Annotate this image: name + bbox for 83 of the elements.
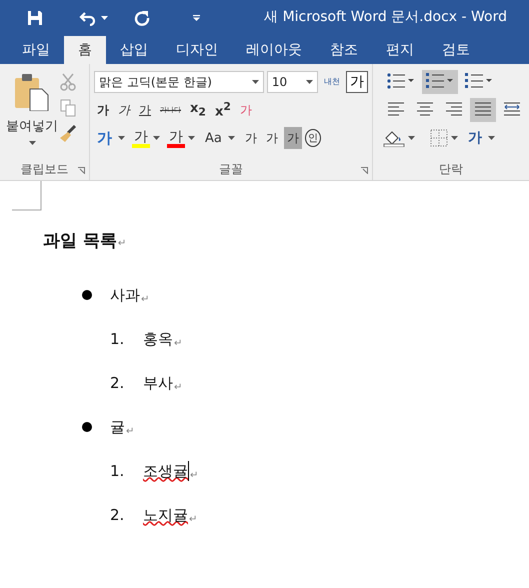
paragraph-mark: ↵ [189, 514, 198, 525]
format-button[interactable]: 가 [136, 99, 154, 121]
caret-icon [306, 80, 314, 84]
group-label: 글꼴 [219, 162, 243, 176]
list-number: 2. [110, 374, 126, 392]
redo-icon[interactable] [134, 10, 151, 26]
caret-icon[interactable] [153, 136, 160, 140]
list-item-text: 부사 [143, 374, 173, 392]
caret-icon[interactable] [228, 136, 235, 140]
list-icon [465, 73, 493, 89]
paste-button[interactable]: 붙여넣기 [4, 69, 60, 149]
save-icon[interactable] [27, 10, 43, 26]
format-button[interactable]: 가 [115, 99, 133, 121]
format-button[interactable]: 가 [242, 127, 260, 149]
list-icon [387, 73, 415, 89]
caret-icon[interactable] [488, 136, 495, 140]
ribbon-tab[interactable]: 홈 [64, 36, 106, 64]
group-label: 클립보드 [20, 162, 68, 176]
character-border-button[interactable]: 가 [346, 71, 368, 93]
ribbon-tab[interactable]: 디자인 [162, 36, 232, 64]
launcher-icon[interactable] [78, 167, 85, 174]
ribbon-tab[interactable]: 삽입 [106, 36, 162, 64]
align-left-icon [387, 102, 405, 116]
borders-icon[interactable] [430, 129, 448, 147]
format-button[interactable]: x$_{2}$ [187, 99, 209, 121]
format-button[interactable]: 가 [94, 99, 112, 121]
ribbon-tab[interactable]: 검토 [428, 36, 484, 64]
ribbon-tab[interactable]: 편지 [372, 36, 428, 64]
margin-corner-mark [12, 181, 42, 211]
paragraph-mark: ↵ [190, 470, 198, 481]
caret-icon [28, 141, 36, 145]
paragraph-mark: ↵ [141, 294, 150, 305]
customize-caret-icon[interactable] [193, 15, 200, 21]
launcher-icon[interactable] [361, 167, 368, 174]
text-direction-button[interactable]: 가 [465, 127, 485, 149]
format-button[interactable]: 인 [304, 129, 321, 147]
align-center-icon [416, 102, 434, 116]
phonetic-guide-button[interactable]: 내천 [321, 78, 343, 86]
ribbon-tab[interactable]: 참조 [316, 36, 372, 64]
caret-icon [252, 80, 259, 84]
numbered-list-button[interactable] [422, 70, 458, 94]
format-button[interactable]: 가 [94, 127, 115, 149]
format-button[interactable]: 가 [167, 128, 185, 148]
font-name-field[interactable]: 맑은 고딕(본문 한글) [94, 71, 264, 93]
list-item-text: 귤 [110, 418, 125, 436]
bullet-icon [82, 290, 92, 300]
paragraph-mark: ↵ [126, 426, 134, 437]
undo-icon[interactable] [79, 10, 97, 26]
align-justify-icon [474, 102, 492, 116]
paragraph-mark: ↵ [174, 338, 182, 349]
caret-icon[interactable] [188, 136, 195, 140]
paragraph-mark: ↵ [174, 382, 182, 393]
list-number: 2. [110, 506, 126, 524]
list-item-text: 노지귤 [143, 506, 188, 524]
format-button[interactable]: 가 [132, 128, 150, 148]
format-button[interactable]: 가 [262, 127, 281, 149]
caret-icon[interactable] [451, 136, 458, 140]
clipboard-icon [14, 73, 50, 111]
caret-icon[interactable] [408, 136, 415, 140]
format-button[interactable]: 가 [284, 127, 302, 149]
caret-icon[interactable] [101, 16, 108, 20]
group-label: 단락 [439, 162, 463, 176]
window-title: 새 Microsoft Word 문서.docx - Word [264, 8, 507, 26]
font-size-field[interactable]: 10 [266, 71, 318, 93]
format-button[interactable]: Aa [202, 127, 225, 149]
list-number: 1. [110, 462, 126, 480]
document-heading: 과일 목록 [43, 231, 117, 251]
bullet-icon [82, 422, 92, 432]
list-item-text: 홍옥 [143, 330, 173, 348]
distribute-icon [503, 102, 521, 116]
caret-icon[interactable] [118, 136, 125, 140]
format-button[interactable]: x$^{2}$ [212, 99, 234, 121]
paragraph-mark: ↵ [118, 238, 126, 249]
align-button[interactable] [470, 98, 496, 122]
list-icon [426, 73, 454, 89]
ribbon-tab[interactable]: 파일 [8, 36, 64, 64]
ribbon-tab[interactable]: 레이아웃 [232, 36, 316, 64]
list-item-text: 조생귤 [143, 462, 188, 480]
brush-icon[interactable] [60, 125, 76, 143]
shading-icon[interactable] [383, 129, 405, 147]
align-right-icon [445, 102, 463, 116]
list-number: 1. [110, 330, 126, 348]
list-item-text: 사과 [110, 286, 140, 304]
